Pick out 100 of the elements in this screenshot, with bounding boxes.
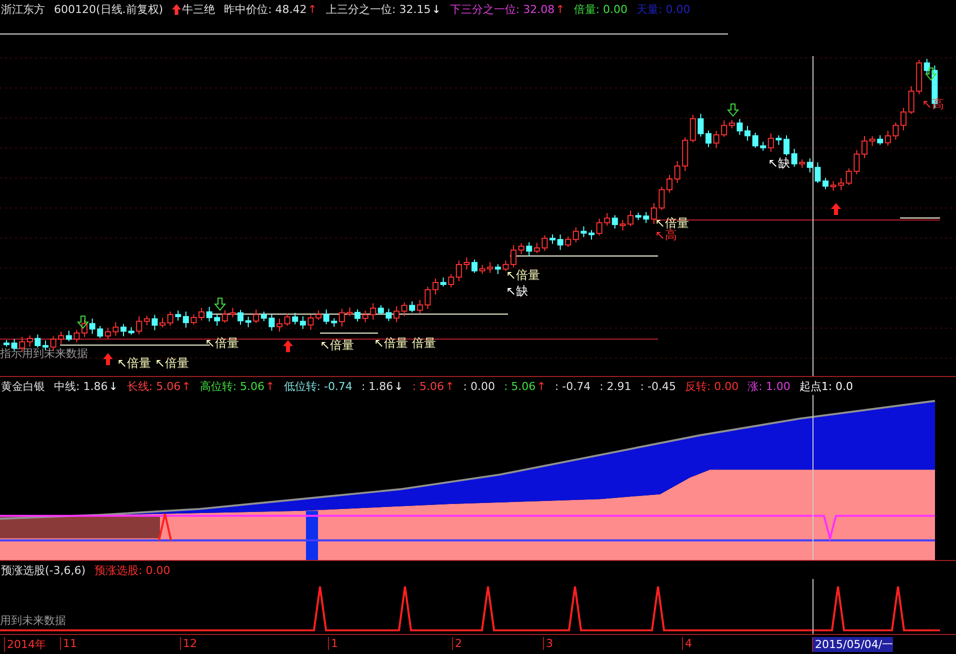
header-label: 涨: 1.00 — [748, 378, 790, 394]
axis-label: 2014年 — [4, 637, 46, 652]
trend-arrow: ↑ — [266, 380, 275, 393]
candlestick — [472, 259, 478, 274]
candlestick — [308, 314, 314, 330]
header-label: 浙江东方 — [1, 2, 45, 16]
candlestick — [284, 313, 290, 326]
trend-arrow: ↓ — [394, 380, 404, 393]
candlestick — [580, 226, 587, 238]
candlestick — [245, 316, 252, 328]
candlestick — [362, 310, 368, 323]
candlestick — [74, 329, 80, 343]
header-label: 高位转: 5.06 — [200, 378, 265, 394]
header-label: 天量: 0.00 — [636, 2, 690, 16]
header-label: 上三分之一位: 32.15 — [326, 2, 431, 16]
header-label: : -0.45 — [640, 380, 676, 393]
candlestick — [736, 118, 743, 136]
trend-arrow: ↑ — [308, 2, 317, 16]
trend-arrow: ↓ — [432, 2, 441, 16]
candlestick — [814, 162, 821, 184]
axis-label: 3 — [543, 637, 553, 650]
candlestick — [230, 307, 236, 318]
axis-label: 4 — [682, 637, 692, 650]
candlestick — [510, 244, 516, 268]
candlestick — [776, 134, 782, 146]
warning-note: 指示用到未来数据 — [0, 346, 88, 361]
candlestick — [666, 174, 672, 194]
candlestick — [518, 242, 524, 255]
candlestick — [316, 310, 322, 320]
header-label: 倍量: 0.00 — [574, 2, 628, 16]
up-arrow-icon — [831, 203, 841, 216]
axis-label: 1 — [328, 637, 338, 650]
candlestick — [706, 130, 712, 148]
candlestick — [394, 306, 400, 323]
candlestick — [588, 230, 594, 240]
warning-note: 用到未来数据 — [0, 613, 66, 628]
candlestick — [892, 122, 899, 140]
candlestick — [822, 178, 828, 190]
header-label: : 2.91 — [600, 380, 632, 393]
down-arrow-icon — [924, 68, 938, 81]
header-label: : 5.06 — [504, 380, 536, 393]
chart-annotation: ↖缺 — [506, 284, 528, 298]
candlestick — [713, 130, 720, 149]
candlestick — [674, 160, 680, 184]
candlestick — [82, 319, 88, 338]
candlestick — [596, 218, 602, 236]
candlestick — [440, 277, 446, 287]
header-label: 牛三绝 — [182, 2, 216, 16]
candlestick — [464, 257, 470, 270]
down-arrow-icon — [214, 298, 226, 311]
chart-annotation: 倍量 — [412, 336, 436, 350]
header-label: 600120(日线.前复权) — [54, 2, 164, 16]
candlestick — [432, 278, 438, 296]
axis-label: 12 — [180, 637, 197, 650]
candlestick — [628, 210, 634, 227]
candlestick — [4, 340, 10, 348]
signal-bar — [306, 510, 318, 560]
trend-arrow: ↑ — [536, 380, 546, 393]
chart-annotation: ↖倍量 — [655, 216, 690, 230]
candlestick — [354, 308, 360, 322]
candlestick — [160, 317, 166, 328]
trend-arrow: ↑ — [556, 2, 565, 16]
chart-annotation: ↖倍量 — [320, 338, 354, 352]
candlestick — [502, 260, 509, 272]
candlestick — [900, 108, 906, 131]
down-arrow-icon — [76, 316, 90, 329]
candlestick — [386, 308, 392, 322]
candlestick — [276, 318, 282, 332]
chart-annotation: ↖倍量 — [117, 356, 152, 370]
candlestick — [89, 318, 96, 334]
candlestick — [784, 134, 790, 156]
candlestick — [120, 324, 126, 337]
candlestick — [557, 234, 564, 250]
candlestick — [238, 309, 244, 326]
header-label: 中线: 1.86 — [54, 378, 108, 394]
candlestick — [268, 314, 275, 332]
candlestick — [323, 309, 330, 325]
candlestick — [542, 234, 548, 252]
candlestick — [658, 186, 665, 210]
chart-annotation: ↖缺 — [768, 156, 790, 170]
candlestick — [206, 306, 212, 322]
spike-line — [158, 512, 172, 541]
candlestick — [479, 264, 486, 274]
candlestick — [854, 150, 860, 175]
candlestick — [152, 314, 158, 331]
header-label: 低位转: -0.74 — [284, 378, 352, 394]
header-label: 预涨选股(-3,6,6) — [1, 562, 86, 578]
header-label: 下三分之一位: 32.08 — [450, 2, 555, 16]
crosshair-line — [812, 579, 814, 634]
candlestick — [346, 306, 353, 316]
chart-annotation: ↖倍量 — [205, 336, 240, 350]
axis-label: 11 — [60, 637, 77, 650]
trend-arrow: ↓ — [108, 380, 118, 393]
candlestick — [869, 136, 876, 147]
trend-arrow: ↑ — [445, 380, 454, 393]
candlestick — [128, 326, 134, 336]
candlestick — [752, 132, 758, 148]
trend-arrow: ↑ — [182, 380, 191, 393]
candlestick — [112, 322, 119, 336]
candlestick — [401, 302, 408, 317]
